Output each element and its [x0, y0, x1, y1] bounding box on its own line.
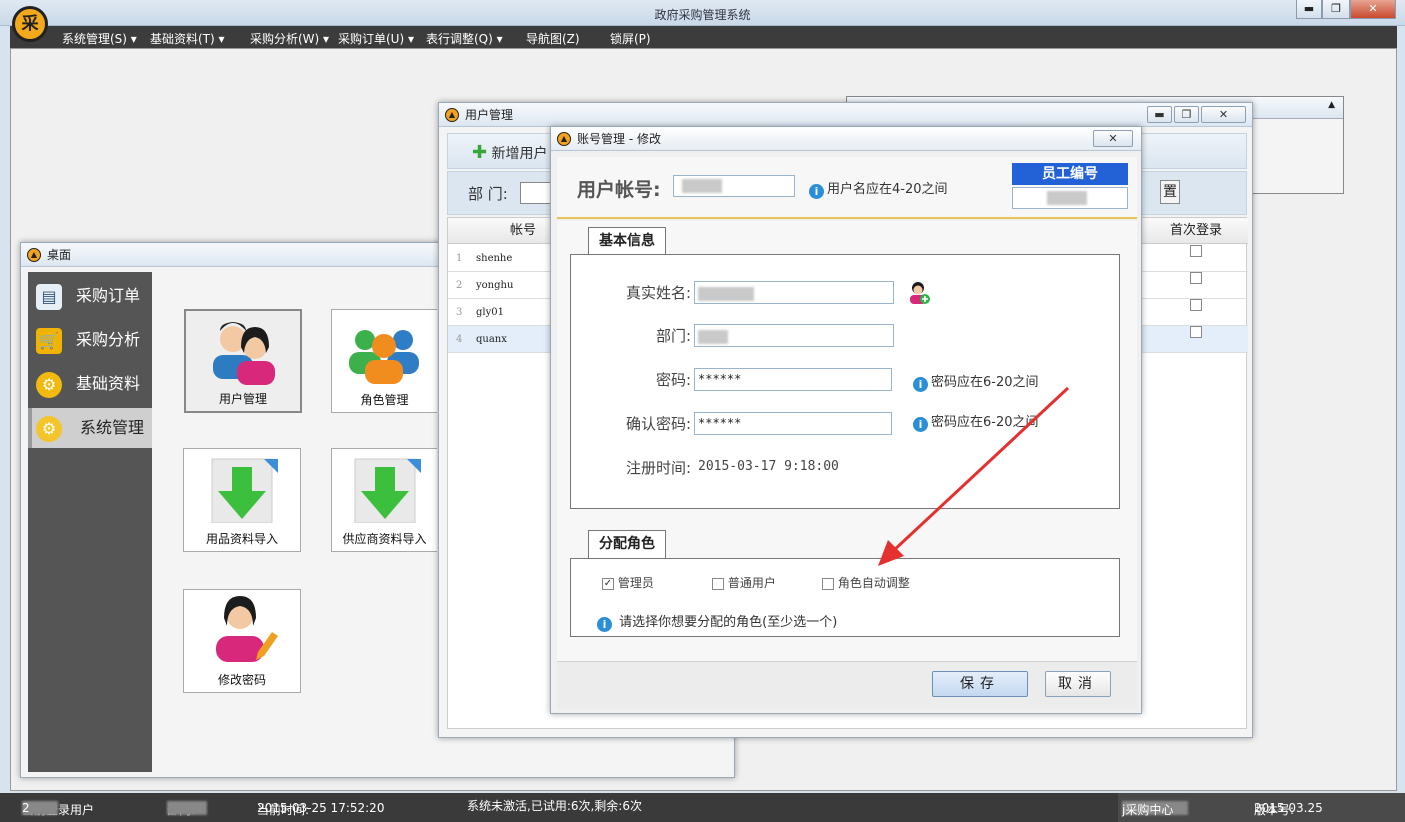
users-icon	[213, 322, 275, 385]
first-login-checkbox[interactable]	[1190, 272, 1202, 284]
cancel-button[interactable]: 取消	[1045, 671, 1111, 697]
menu-bar: 系统管理(S) ▾ 基础资料(T) ▾ 采购分析(W) ▾ 采购订单(U) ▾ …	[10, 26, 1397, 48]
menu-lock-screen[interactable]: 锁屏(P)	[610, 30, 651, 47]
document-icon: ▤	[36, 284, 62, 310]
role-admin-checkbox: ✓	[602, 577, 614, 590]
role-auto-checkbox	[822, 577, 834, 590]
add-user-icon[interactable]	[909, 281, 931, 305]
app-logo: 采	[12, 6, 48, 42]
tile-change-password[interactable]: 修改密码	[183, 589, 301, 693]
annotation-arrow	[878, 386, 1070, 566]
maximize-button[interactable]: ❐	[1174, 106, 1199, 123]
user-management-titlebar: ▲ 用户管理 ▬ ❐ ✕	[439, 103, 1252, 127]
app-title: 政府采购管理系统	[654, 8, 751, 22]
close-button[interactable]: ✕	[1350, 0, 1396, 19]
role-hint: i 请选择你想要分配的角色(至少选一个)	[597, 611, 837, 632]
desktop-sidebar: ▤ 采购订单 🛒 采购分析 ⚙ 基础资料 ⚙ 系统管理	[28, 272, 152, 772]
tile-role-management[interactable]: 角色管理	[331, 309, 437, 413]
real-name-input[interactable]	[694, 281, 894, 304]
minimize-button[interactable]: ▬	[1147, 106, 1172, 123]
roles-icon	[348, 330, 419, 384]
menu-row-adjust[interactable]: 表行调整(Q) ▾	[426, 30, 503, 47]
tile-user-management[interactable]: 用户管理	[184, 309, 302, 413]
registration-time: 2015-03-17 9:18:00	[698, 459, 839, 474]
close-button[interactable]: ✕	[1093, 130, 1133, 147]
menu-system[interactable]: 系统管理(S) ▾	[62, 30, 137, 47]
info-icon: i	[809, 184, 824, 199]
gear-icon: ⚙	[36, 416, 62, 442]
gear-info-icon: ⚙	[36, 372, 62, 398]
window-icon: ▲	[27, 248, 41, 262]
add-user-button[interactable]: ✚ 新增用户	[472, 142, 548, 163]
col-account: 帐号	[510, 223, 537, 238]
employee-number-input[interactable]	[1012, 187, 1128, 209]
save-button[interactable]: 保存	[932, 671, 1028, 697]
status-activation: 系统未激活,已试用:6次,剩余:6次	[467, 799, 642, 813]
tile-supplies-import[interactable]: 用品资料导入	[183, 448, 301, 552]
collapse-icon[interactable]: ▲	[1328, 100, 1335, 110]
minimize-button[interactable]: ▬	[1296, 0, 1322, 19]
account-hint: i 用户名应在4-20之间	[809, 178, 948, 199]
role-normal-user[interactable]: 普通用户	[712, 574, 776, 591]
employee-number-label: 员工编号	[1012, 163, 1128, 185]
account-input[interactable]	[673, 175, 795, 197]
first-login-checkbox[interactable]	[1190, 326, 1202, 338]
cart-icon: 🛒	[36, 328, 62, 354]
tile-supplier-import[interactable]: 供应商资料导入	[331, 448, 437, 552]
app-titlebar: 政府采购管理系统 ▬ ❐ ✕	[0, 0, 1405, 26]
account-label: 用户帐号:	[577, 179, 661, 201]
download-arrow-icon	[354, 458, 421, 524]
close-button[interactable]: ✕	[1201, 106, 1246, 123]
sidebar-item-orders[interactable]: ▤ 采购订单	[28, 276, 152, 316]
download-arrow-icon	[211, 458, 278, 524]
desktop-window-title: 桌面	[47, 248, 72, 262]
menu-navigation[interactable]: 导航图(Z)	[526, 30, 580, 47]
menu-orders[interactable]: 采购订单(U) ▾	[338, 30, 414, 47]
window-icon: ▲	[445, 108, 459, 122]
info-icon: i	[597, 617, 612, 632]
account-edit-titlebar: ▲ 账号管理 - 修改 ✕	[551, 127, 1141, 151]
first-login-checkbox[interactable]	[1190, 245, 1202, 257]
menu-analysis[interactable]: 采购分析(W) ▾	[250, 30, 329, 47]
sidebar-item-system[interactable]: ⚙ 系统管理	[28, 408, 152, 448]
role-admin[interactable]: ✓ 管理员	[602, 574, 654, 591]
plus-icon: ✚	[472, 142, 488, 163]
maximize-button[interactable]: ❐	[1322, 0, 1350, 19]
account-header: 用户帐号: i 用户名应在4-20之间 员工编号	[557, 157, 1137, 219]
role-normal-checkbox	[712, 577, 724, 590]
window-icon: ▲	[557, 132, 571, 146]
user-edit-icon	[216, 596, 278, 662]
search-button[interactable]: 置	[1160, 180, 1180, 204]
menu-basic-data[interactable]: 基础资料(T) ▾	[150, 30, 225, 47]
status-bar: 当前登录用户2 部门: 当前时间:2015-03-25 17:52:20 系统未…	[0, 793, 1405, 822]
sidebar-item-analysis[interactable]: 🛒 采购分析	[28, 320, 152, 360]
tab-assign-roles[interactable]: 分配角色	[588, 530, 666, 558]
sidebar-item-basic-data[interactable]: ⚙ 基础资料	[28, 364, 152, 404]
first-login-checkbox[interactable]	[1190, 299, 1202, 311]
department-input[interactable]	[694, 324, 894, 347]
col-first-login: 首次登录	[1170, 223, 1223, 238]
tab-basic-info[interactable]: 基本信息	[588, 227, 666, 255]
dept-filter-label: 部 门:	[468, 185, 508, 203]
